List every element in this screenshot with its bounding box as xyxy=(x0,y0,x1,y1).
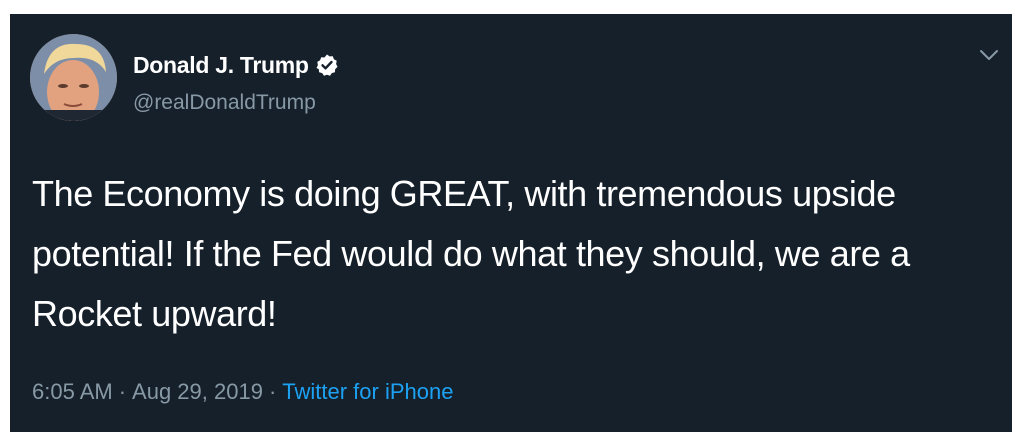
tweet-card: Donald J. Trump @realDonaldTrump The Eco… xyxy=(10,14,1012,432)
tweet-date[interactable]: Aug 29, 2019 xyxy=(132,379,263,404)
meta-separator: · xyxy=(118,379,127,404)
profile-photo-icon xyxy=(30,34,117,121)
tweet-source-link[interactable]: Twitter for iPhone xyxy=(282,379,453,404)
user-handle[interactable]: @realDonaldTrump xyxy=(133,90,316,116)
display-name[interactable]: Donald J. Trump xyxy=(133,51,309,79)
meta-separator: · xyxy=(268,379,277,404)
verified-badge-icon xyxy=(315,53,339,77)
author-name-row[interactable]: Donald J. Trump xyxy=(133,51,339,79)
avatar[interactable] xyxy=(30,34,117,121)
tweet-text: The Economy is doing GREAT, with tremend… xyxy=(32,173,910,334)
tweet-time[interactable]: 6:05 AM xyxy=(32,379,113,404)
chevron-down-icon[interactable] xyxy=(976,44,1002,66)
tweet-metadata: 6:05 AM · Aug 29, 2019 · Twitter for iPhone xyxy=(32,378,453,406)
